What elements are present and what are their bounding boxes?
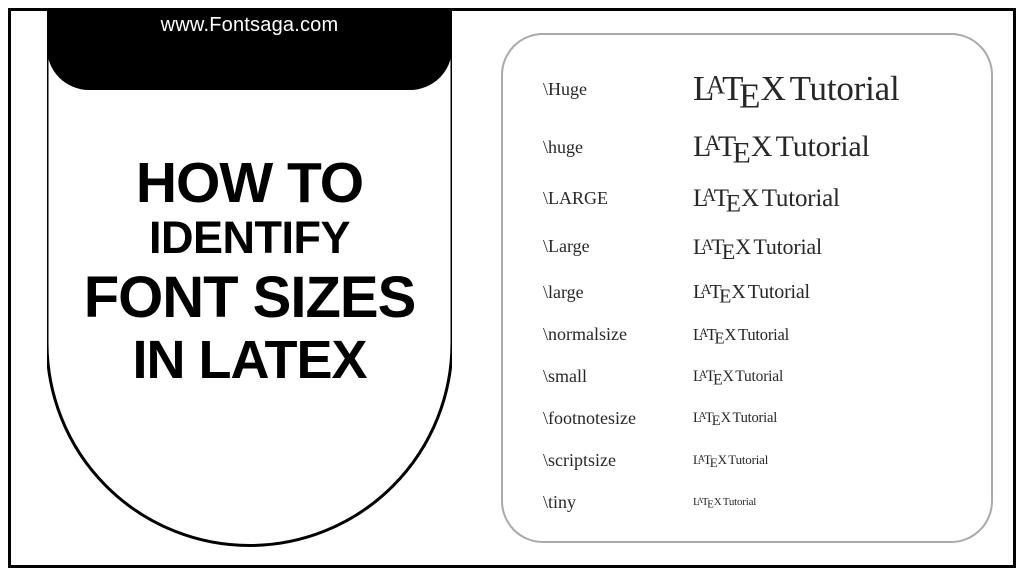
size-sample: LATEXTutorial (693, 130, 870, 164)
size-row: \largeLATEXTutorial (543, 281, 963, 304)
latex-logo: LATEX (693, 236, 752, 258)
sample-word: Tutorial (735, 368, 783, 385)
latex-logo: LATEX (693, 282, 747, 302)
title-line-4: IN LATEX (47, 332, 452, 388)
content-row: www.Fontsaga.com HOW TO IDENTIFY FONT SI… (11, 11, 1013, 565)
font-size-card: \HugeLATEXTutorial\hugeLATEXTutorial\LAR… (501, 33, 993, 543)
latex-logo: LATEX (693, 453, 728, 467)
latex-logo: LATEX (693, 369, 734, 385)
size-row: \normalsizeLATEXTutorial (543, 324, 963, 345)
sample-word: Tutorial (723, 496, 756, 508)
size-row: \footnotesizeLATEXTutorial (543, 408, 963, 429)
size-command: \large (543, 282, 693, 303)
size-row: \LargeLATEXTutorial (543, 234, 963, 260)
size-sample: LATEXTutorial (693, 496, 756, 508)
latex-logo: LATEX (693, 132, 774, 162)
size-row: \tinyLATEXTutorial (543, 492, 963, 513)
size-command: \LARGE (543, 188, 693, 209)
latex-logo: LATEX (693, 327, 737, 344)
title-line-3: FONT SIZES (47, 268, 452, 328)
sample-word: Tutorial (776, 130, 870, 163)
size-command: \normalsize (543, 324, 693, 345)
size-row: \LARGELATEXTutorial (543, 185, 963, 213)
size-sample: LATEXTutorial (693, 410, 777, 427)
size-command: \tiny (543, 492, 693, 513)
size-command: \small (543, 366, 693, 387)
latex-logo: LATEX (693, 186, 760, 211)
size-sample: LATEXTutorial (693, 325, 789, 345)
sample-word: Tutorial (738, 325, 789, 344)
latex-logo: LATEX (693, 497, 722, 508)
size-row: \smallLATEXTutorial (543, 366, 963, 387)
size-command: \Large (543, 236, 693, 257)
sample-word: Tutorial (762, 185, 840, 212)
size-sample: LATEXTutorial (693, 281, 810, 304)
website-url: www.Fontsaga.com (47, 14, 452, 37)
size-command: \Huge (543, 79, 693, 100)
size-sample: LATEXTutorial (693, 452, 768, 468)
title-line-2: IDENTIFY (47, 215, 452, 262)
sample-word: Tutorial (753, 234, 822, 259)
outer-frame: www.Fontsaga.com HOW TO IDENTIFY FONT SI… (8, 8, 1016, 568)
size-row: \scriptsizeLATEXTutorial (543, 450, 963, 471)
size-row: \hugeLATEXTutorial (543, 130, 963, 164)
size-sample: LATEXTutorial (693, 368, 783, 386)
latex-logo: LATEX (693, 71, 787, 106)
size-row: \HugeLATEXTutorial (543, 69, 963, 109)
size-command: \scriptsize (543, 450, 693, 471)
title-line-1: HOW TO (47, 154, 452, 213)
size-sample: LATEXTutorial (693, 234, 822, 260)
latex-logo: LATEX (693, 411, 732, 426)
right-column: \HugeLATEXTutorial\hugeLATEXTutorial\LAR… (491, 11, 1013, 565)
size-sample: LATEXTutorial (693, 69, 900, 109)
article-title: HOW TO IDENTIFY FONT SIZES IN LATEX (47, 154, 452, 389)
size-sample: LATEXTutorial (693, 185, 840, 213)
size-command: \huge (543, 137, 693, 158)
left-column: www.Fontsaga.com HOW TO IDENTIFY FONT SI… (11, 11, 491, 565)
title-shield: www.Fontsaga.com HOW TO IDENTIFY FONT SI… (47, 8, 452, 548)
size-command: \footnotesize (543, 408, 693, 429)
sample-word: Tutorial (732, 410, 777, 426)
sample-word: Tutorial (790, 69, 900, 108)
sample-word: Tutorial (748, 281, 810, 303)
sample-word: Tutorial (728, 452, 768, 467)
